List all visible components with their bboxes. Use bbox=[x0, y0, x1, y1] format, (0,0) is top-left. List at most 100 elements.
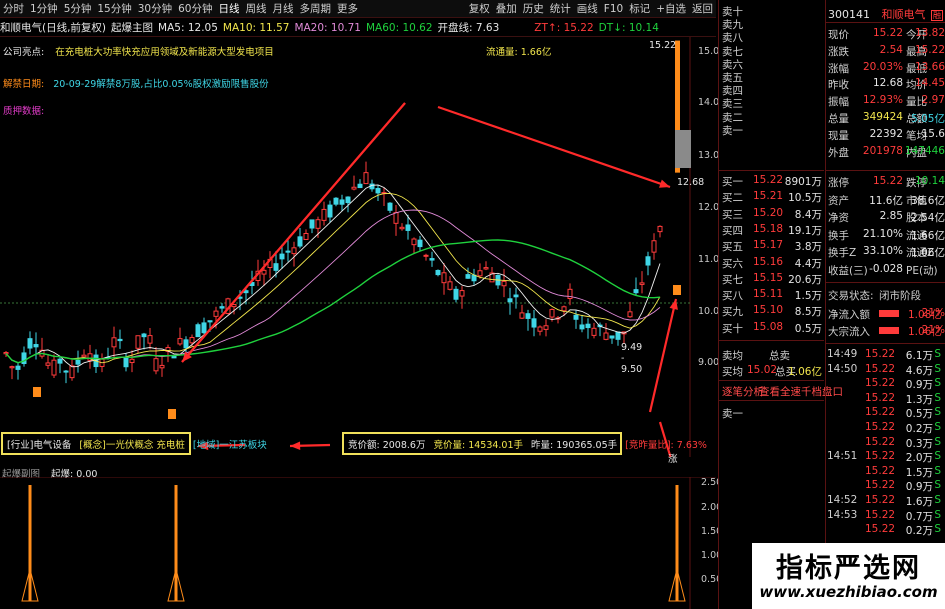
quote-row: 昨收 12.68 均价 14.45 bbox=[719, 77, 945, 91]
toolbar-action-3[interactable]: 统计 bbox=[547, 1, 574, 16]
candle-body bbox=[321, 208, 327, 221]
candle-body bbox=[189, 337, 195, 344]
stock-code: 300141 bbox=[828, 8, 870, 21]
toolbar-action-2[interactable]: 历史 bbox=[520, 1, 547, 16]
trade-state-row: 交易状态: 闭市阶段 bbox=[719, 288, 945, 302]
flow-bar bbox=[879, 310, 899, 317]
candle-body bbox=[609, 335, 615, 339]
tick-row: 15.22 0.5万 S bbox=[719, 406, 945, 420]
tick-direction: S bbox=[934, 479, 941, 492]
toolbar-action-1[interactable]: 叠加 bbox=[493, 1, 520, 16]
quote-key: 振幅 bbox=[828, 96, 849, 109]
candle-body bbox=[549, 308, 555, 318]
ma5-line bbox=[5, 184, 661, 368]
candle-body bbox=[63, 370, 69, 373]
quote-value: 1.06亿 bbox=[911, 247, 945, 260]
auction-volume: 竞价量: 14534.01手 bbox=[433, 439, 524, 451]
toolbar-action-5[interactable]: F10 bbox=[601, 3, 626, 15]
zhang-label: 涨 bbox=[668, 454, 678, 465]
candle-body bbox=[579, 324, 585, 330]
tick-direction: S bbox=[934, 508, 941, 521]
quote-row: 收益(三) -0.028 PE(动) bbox=[719, 263, 945, 277]
period-tab-1[interactable]: 1分钟 bbox=[27, 1, 61, 16]
period-tab-0[interactable]: 分时 bbox=[0, 1, 27, 16]
tick-direction: S bbox=[934, 362, 941, 375]
toolbar-action-4[interactable]: 画线 bbox=[574, 1, 601, 16]
signal-sub-chart[interactable] bbox=[0, 477, 716, 609]
arrow-mid-left-head bbox=[290, 441, 301, 451]
candle-body bbox=[603, 332, 609, 340]
tick-row: 14:49 15.22 6.1万 S bbox=[719, 348, 945, 362]
arrow-to-signal bbox=[648, 298, 678, 413]
region-label: [地域]一江苏板块 bbox=[192, 439, 267, 451]
auction-amount: 竞价额: 2008.6万 bbox=[348, 439, 426, 451]
period-tab-8[interactable]: 月线 bbox=[270, 1, 297, 16]
candle-body bbox=[51, 359, 57, 376]
high-price-label: 15.22 bbox=[649, 40, 677, 51]
tick-time: 14:51 bbox=[827, 450, 858, 463]
tick-volume: 0.5万 bbox=[905, 408, 933, 421]
candle-body bbox=[27, 338, 33, 349]
watermark-url: www.xuezhibiao.com bbox=[759, 583, 938, 601]
quote-value: 15.22 bbox=[872, 27, 903, 39]
period-tab-6[interactable]: 日线 bbox=[216, 1, 243, 16]
candle-body bbox=[459, 290, 465, 297]
candle-body bbox=[3, 351, 9, 355]
candles bbox=[3, 161, 663, 384]
quote-value: 22392 bbox=[869, 127, 903, 140]
arrow-to-limitup bbox=[437, 105, 671, 189]
candle-body bbox=[501, 280, 507, 287]
quote-value: 5.05亿 bbox=[911, 113, 945, 125]
period-tab-2[interactable]: 5分钟 bbox=[61, 1, 95, 16]
signal-marker bbox=[168, 409, 176, 419]
candle-body bbox=[177, 338, 183, 345]
candle-body bbox=[423, 254, 429, 257]
candle-body bbox=[627, 311, 633, 318]
candlestick-chart[interactable] bbox=[0, 37, 716, 457]
tick-direction: S bbox=[934, 377, 941, 390]
candle-body bbox=[387, 202, 393, 211]
period-tab-4[interactable]: 30分钟 bbox=[135, 1, 175, 16]
quote-row: 现价 15.22 今开 13.82 bbox=[719, 27, 945, 41]
period-tab-3[interactable]: 15分钟 bbox=[94, 1, 134, 16]
ask-row[interactable]: 卖十 bbox=[719, 4, 824, 18]
candle-body bbox=[657, 225, 663, 233]
candle-body bbox=[411, 238, 417, 246]
quote-value: 349424 bbox=[862, 111, 903, 123]
candle-body bbox=[645, 256, 651, 266]
candle-body bbox=[477, 270, 483, 277]
tick-row: 14:50 15.22 4.6万 S bbox=[719, 363, 945, 377]
quote-value: 38.6亿 bbox=[911, 194, 945, 207]
candle-body bbox=[285, 250, 291, 253]
tick-volume: 0.7万 bbox=[905, 510, 933, 523]
candle-body bbox=[465, 274, 471, 279]
candle-body bbox=[207, 320, 213, 323]
period-tab-5[interactable]: 60分钟 bbox=[175, 1, 215, 16]
candle-body bbox=[405, 224, 411, 231]
quote-value: 13.82 bbox=[914, 27, 945, 39]
indicator-name[interactable]: 起爆主图 bbox=[111, 20, 153, 35]
quote-row: 外盘 201978 内盘 147446 bbox=[719, 145, 945, 159]
flow-label: 大宗流入 bbox=[828, 326, 870, 338]
period-tab-10[interactable]: 更多 bbox=[334, 1, 361, 16]
candle-body bbox=[159, 364, 165, 369]
quote-value: 2.54亿 bbox=[911, 212, 945, 225]
quote-key: 资产 bbox=[828, 194, 849, 207]
quote-key: 总量 bbox=[828, 113, 849, 125]
toolbar-action-7[interactable]: +自选 bbox=[653, 1, 689, 16]
candle-body bbox=[111, 337, 117, 348]
watermark-logo: 指标严选网 www.xuezhibiao.com bbox=[752, 543, 945, 609]
toolbar-action-6[interactable]: 标记 bbox=[626, 1, 653, 16]
ma5-value: MA5: 12.05 bbox=[158, 21, 218, 34]
quote-row: 净资 2.85 股本 2.54亿 bbox=[719, 210, 945, 224]
industry-label: [行业]电气设备 bbox=[7, 439, 72, 451]
candle-body bbox=[357, 183, 363, 189]
tick-volume: 2.0万 bbox=[905, 452, 933, 465]
period-tab-9[interactable]: 多周期 bbox=[297, 1, 335, 16]
period-tab-7[interactable]: 周线 bbox=[243, 1, 270, 16]
flow-label: 净流入额 bbox=[828, 309, 870, 321]
flow-bar bbox=[879, 327, 899, 334]
toolbar-action-0[interactable]: 复权 bbox=[466, 1, 493, 16]
tick-row: 15.22 0.9万 S bbox=[719, 479, 945, 493]
toolbar-action-8[interactable]: 返回 bbox=[689, 1, 716, 16]
